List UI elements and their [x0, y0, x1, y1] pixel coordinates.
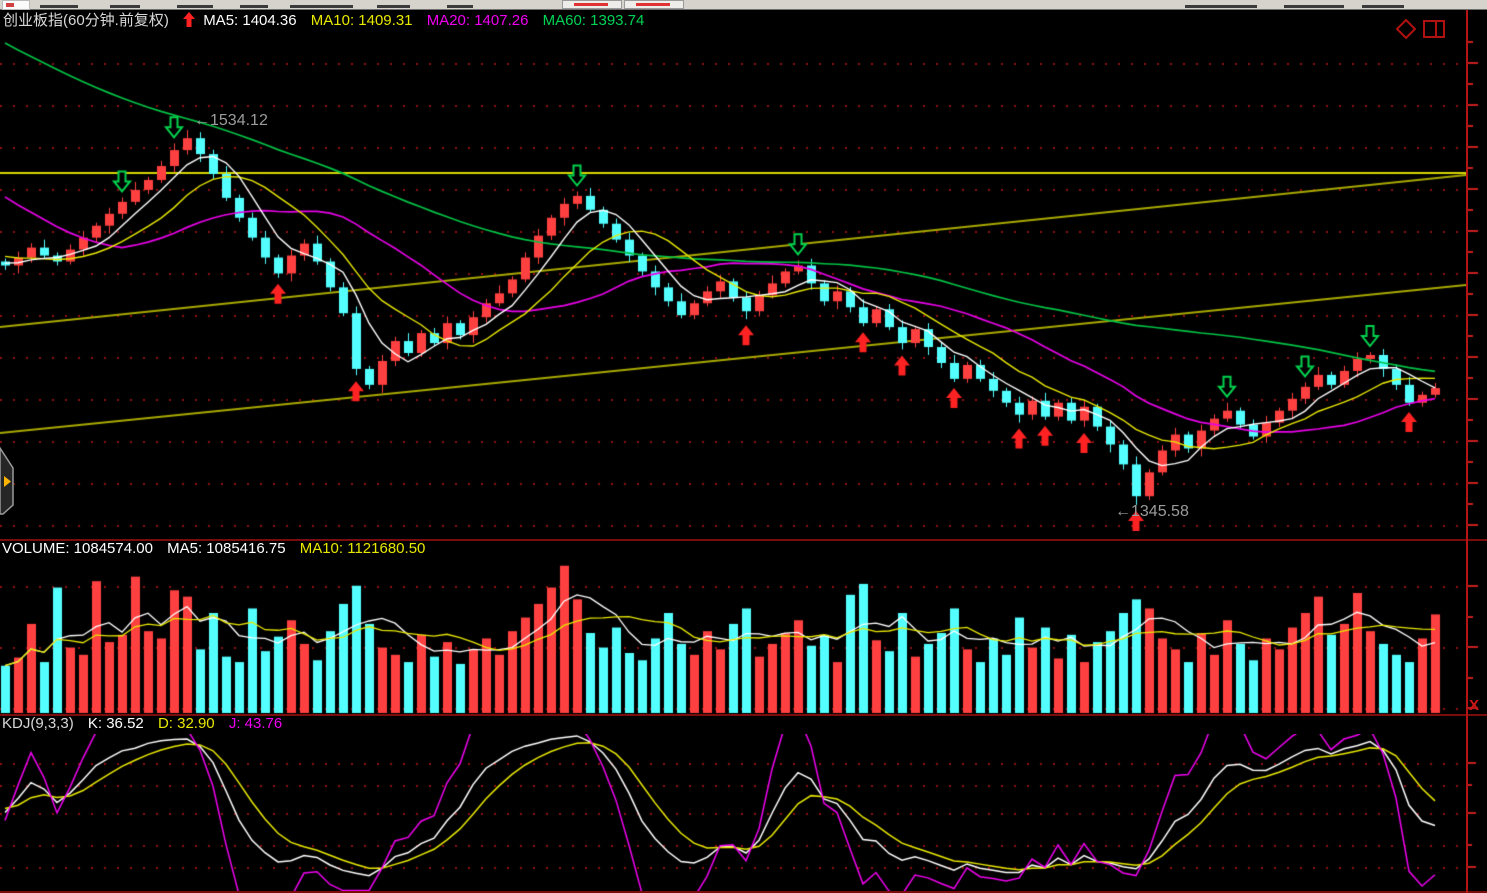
ma10-value: MA10: 1409.31 — [311, 12, 413, 29]
kdj-canvas[interactable] — [0, 734, 1466, 893]
volume-value: VOLUME: 1084574.00 — [2, 540, 153, 557]
split-window-icon[interactable] — [1424, 21, 1444, 37]
chart-header: 创业板指(60分钟.前复权) MA5: 1404.36 MA10: 1409.3… — [3, 12, 654, 30]
kdj-title: KDJ(9,3,3) — [2, 715, 74, 732]
left-panel-toggle[interactable] — [0, 446, 17, 523]
ma20-value: MA20: 1407.26 — [427, 12, 529, 29]
kdj-d-value: D: 32.90 — [158, 715, 215, 732]
menu-item-clipped[interactable] — [1185, 5, 1257, 8]
menu-button-red-2[interactable] — [624, 0, 684, 9]
up-arrow-icon — [183, 12, 199, 29]
low-price-label: ←1345.58 — [1115, 503, 1189, 521]
menu-item-clipped[interactable] — [240, 5, 268, 8]
app-logo-icon[interactable] — [2, 0, 30, 10]
menu-item-clipped[interactable] — [377, 5, 410, 8]
menu-item-clipped[interactable] — [447, 5, 473, 8]
diamond-icon[interactable] — [1397, 20, 1415, 38]
instrument-title: 创业板指(60分钟.前复权) — [3, 12, 169, 29]
kdj-header: KDJ(9,3,3) K: 36.52 D: 32.90 J: 43.76 — [2, 715, 292, 733]
menu-item-clipped[interactable] — [110, 5, 140, 8]
volume-header: VOLUME: 1084574.00 MA5: 1085416.75 MA10:… — [2, 540, 435, 558]
menu-item-clipped[interactable] — [290, 5, 353, 8]
right-price-axis — [1466, 9, 1487, 893]
volume-ma5-value: MA5: 1085416.75 — [167, 540, 285, 557]
ma60-value: MA60: 1393.74 — [543, 12, 645, 29]
menu-item-clipped[interactable] — [40, 5, 78, 8]
right-border — [1466, 9, 1468, 893]
menu-item-clipped[interactable] — [1284, 5, 1344, 8]
menu-bar — [0, 0, 1487, 10]
high-price-label: ←1534.12 — [194, 112, 268, 130]
menu-button-red-1[interactable] — [562, 0, 622, 9]
volume-ma10-value: MA10: 1121680.50 — [300, 540, 426, 557]
menu-item-clipped[interactable] — [177, 5, 213, 8]
volume-canvas[interactable] — [0, 558, 1466, 715]
axis-x-marker: X — [1469, 697, 1479, 714]
corner-icons — [1396, 18, 1448, 45]
kdj-j-value: J: 43.76 — [229, 715, 282, 732]
kdj-k-value: K: 36.52 — [88, 715, 144, 732]
trading-terminal: { "menu_bar": {"red_items_count": 2}, "m… — [0, 0, 1487, 893]
menu-item-clipped[interactable] — [1362, 5, 1404, 8]
ma5-value: MA5: 1404.36 — [203, 12, 296, 29]
